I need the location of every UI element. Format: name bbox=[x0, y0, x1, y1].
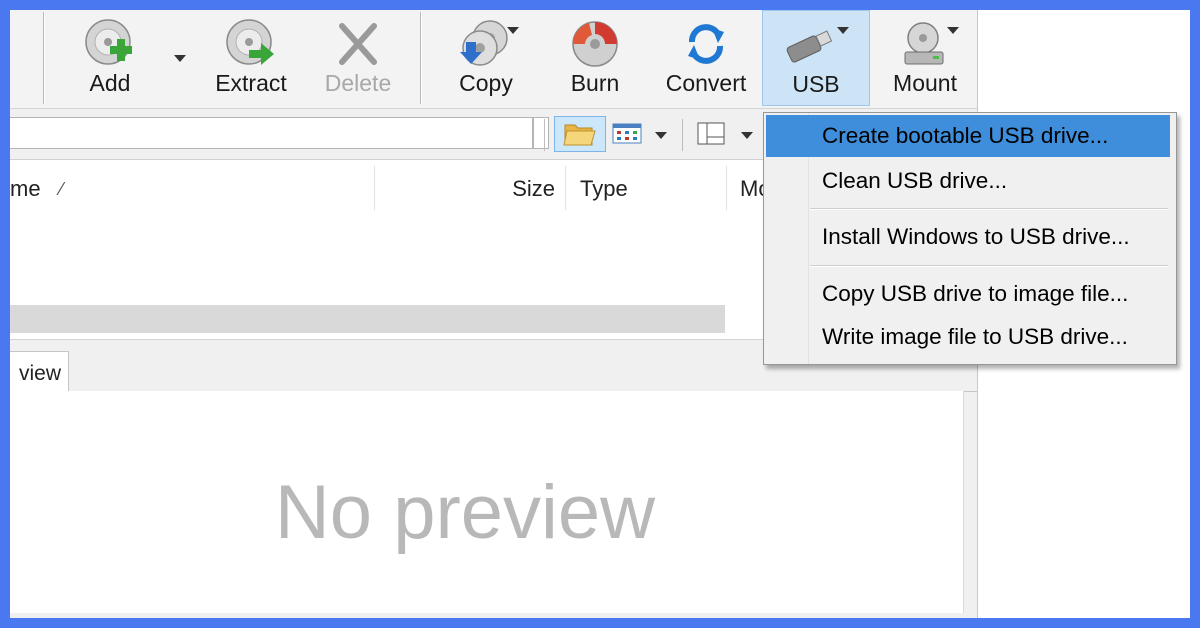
add-button[interactable]: Add bbox=[72, 10, 148, 106]
mount-dropdown-arrow-icon[interactable] bbox=[947, 27, 959, 34]
view-mode-button[interactable] bbox=[610, 116, 644, 152]
menu-item-label: Copy USB drive to image file... bbox=[822, 281, 1129, 306]
view-mode-dropdown-icon[interactable] bbox=[655, 132, 667, 139]
burn-label: Burn bbox=[570, 70, 620, 96]
size-column-label: Size bbox=[512, 176, 555, 201]
grid-view-icon bbox=[612, 123, 642, 144]
type-column-header[interactable]: Type bbox=[580, 160, 720, 210]
add-label: Add bbox=[89, 70, 131, 96]
usb-button[interactable]: USB bbox=[762, 10, 870, 106]
usb-label: USB bbox=[792, 71, 840, 97]
toolbar-separator bbox=[43, 12, 44, 104]
folder-view-button[interactable] bbox=[554, 116, 606, 152]
copy-dropdown-arrow-icon[interactable] bbox=[507, 27, 519, 34]
delete-x-icon bbox=[332, 18, 384, 70]
address-bar[interactable] bbox=[10, 117, 533, 149]
burn-button[interactable]: Burn bbox=[558, 10, 632, 106]
menu-separator bbox=[810, 208, 1168, 210]
copy-button[interactable]: Copy bbox=[446, 10, 526, 106]
menu-item-label: Install Windows to USB drive... bbox=[822, 224, 1130, 249]
disc-add-icon bbox=[84, 18, 136, 70]
extract-button[interactable]: Extract bbox=[208, 10, 294, 106]
view-separator bbox=[682, 119, 683, 151]
main-toolbar: Add Extract Delete Copy Burn Convert USB… bbox=[10, 10, 977, 109]
tab-preview-label: view bbox=[18, 362, 61, 385]
add-dropdown-arrow-icon[interactable] bbox=[174, 55, 186, 62]
menu-item-label: Clean USB drive... bbox=[822, 168, 1008, 193]
open-folder-icon bbox=[563, 124, 596, 146]
address-dropdown[interactable] bbox=[533, 117, 549, 149]
layout-dropdown-icon[interactable] bbox=[741, 132, 753, 139]
layout-panes-icon bbox=[697, 122, 725, 145]
delete-label: Delete bbox=[324, 70, 392, 96]
type-column-label: Type bbox=[580, 176, 628, 201]
delete-button[interactable]: Delete bbox=[318, 10, 398, 106]
screenshot-frame: Add Extract Delete Copy Burn Convert USB… bbox=[10, 10, 1190, 618]
disc-extract-icon bbox=[225, 18, 277, 70]
convert-label: Convert bbox=[665, 70, 747, 96]
usb-drive-icon bbox=[784, 19, 836, 71]
sort-indicator-icon: ⁄ bbox=[60, 179, 64, 199]
menu-item-copy-usb-to-image[interactable]: Copy USB drive to image file... bbox=[766, 273, 1170, 315]
convert-arrows-icon bbox=[680, 18, 732, 70]
toolbar-separator bbox=[420, 12, 421, 104]
tab-preview[interactable]: view bbox=[10, 351, 69, 393]
size-column-header[interactable]: Size bbox=[375, 160, 555, 210]
menu-item-create-bootable-usb[interactable]: Create bootable USB drive... bbox=[766, 115, 1170, 157]
menu-item-write-image-to-usb[interactable]: Write image file to USB drive... bbox=[766, 316, 1170, 358]
menu-item-clean-usb[interactable]: Clean USB drive... bbox=[766, 160, 1170, 202]
menu-separator bbox=[810, 265, 1168, 267]
menu-item-label: Write image file to USB drive... bbox=[822, 324, 1128, 349]
disc-copy-icon bbox=[460, 18, 512, 70]
layout-button[interactable] bbox=[694, 116, 730, 152]
copy-label: Copy bbox=[459, 70, 513, 96]
mount-button[interactable]: Mount bbox=[882, 10, 968, 106]
convert-button[interactable]: Convert bbox=[658, 10, 754, 106]
usb-dropdown-menu: Create bootable USB drive... Clean USB d… bbox=[763, 112, 1177, 365]
name-column-label: me bbox=[10, 176, 41, 201]
menu-item-install-windows-usb[interactable]: Install Windows to USB drive... bbox=[766, 216, 1170, 258]
column-separator bbox=[726, 166, 727, 210]
disc-burn-icon bbox=[569, 18, 621, 70]
extract-label: Extract bbox=[215, 70, 287, 96]
menu-item-label: Create bootable USB drive... bbox=[822, 123, 1109, 148]
column-separator bbox=[565, 166, 566, 210]
mount-drive-icon bbox=[899, 18, 951, 70]
view-separator bbox=[544, 119, 545, 151]
usb-dropdown-arrow-icon[interactable] bbox=[837, 27, 849, 34]
preview-pane: No preview bbox=[10, 391, 964, 613]
mount-label: Mount bbox=[893, 70, 957, 96]
horizontal-scrollbar[interactable] bbox=[10, 305, 725, 333]
no-preview-text: No preview bbox=[274, 470, 656, 555]
